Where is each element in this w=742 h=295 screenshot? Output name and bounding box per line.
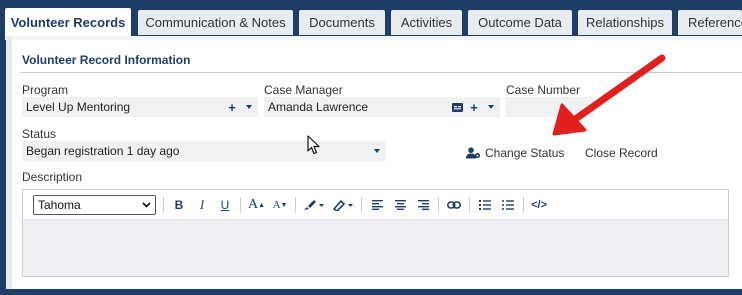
underline-button[interactable]: U [217, 195, 233, 215]
font-size-increase-label: A [248, 196, 259, 212]
toolbar-divider [163, 196, 164, 213]
case-manager-select[interactable]: Amanda Lawrence + [264, 97, 500, 117]
toolbar-divider [295, 196, 297, 213]
tab-outcome-data[interactable]: Outcome Data [468, 10, 572, 35]
case-manager-label: Case Manager [264, 83, 343, 97]
caret-up-icon: ▲ [258, 200, 266, 209]
program-value: Level Up Mentoring [26, 100, 131, 114]
source-code-button[interactable]: </> [531, 195, 547, 215]
font-size-increase-button[interactable]: A ▲ [248, 195, 265, 215]
change-status-button[interactable]: Change Status [466, 146, 564, 160]
toolbar-divider [361, 196, 363, 213]
align-left-button[interactable] [369, 195, 385, 215]
chevron-down-icon[interactable] [374, 149, 380, 153]
tab-references[interactable]: References [678, 10, 742, 35]
annotation-arrow-icon [552, 54, 666, 136]
change-status-label: Change Status [485, 146, 565, 160]
bullet-list-button[interactable] [500, 195, 516, 215]
highlighter-icon [332, 199, 354, 211]
chevron-down-icon[interactable] [246, 105, 252, 109]
brush-icon [304, 199, 325, 210]
program-select[interactable]: Level Up Mentoring + [22, 97, 258, 117]
numbered-list-icon [479, 199, 492, 210]
status-select[interactable]: Began registration 1 day ago [22, 141, 386, 161]
tab-communication-notes[interactable]: Communication & Notes [138, 10, 293, 35]
font-size-decrease-button[interactable]: A ▼ [272, 195, 288, 215]
toolbar-divider [438, 196, 440, 213]
bullet-list-icon [502, 199, 515, 210]
tab-activities[interactable]: Activities [391, 10, 462, 35]
close-record-label: Close Record [585, 146, 658, 160]
description-editor[interactable]: Tahoma B I U A ▲ A ▼ </> [22, 189, 729, 277]
close-record-button[interactable]: Close Record [585, 146, 658, 160]
add-case-manager-icon[interactable]: + [467, 100, 481, 115]
highlight-color-button[interactable] [332, 195, 354, 215]
align-right-button[interactable] [415, 195, 431, 215]
section-title: Volunteer Record Information [22, 53, 191, 67]
status-label: Status [22, 127, 57, 141]
description-label: Description [22, 170, 83, 184]
mouse-cursor-icon [307, 135, 320, 155]
align-left-icon [371, 199, 383, 210]
link-icon [447, 200, 462, 209]
font-size-decrease-label: A [272, 198, 281, 211]
align-right-icon [417, 199, 429, 210]
toolbar-divider [523, 196, 525, 213]
tab-relationships[interactable]: Relationships [578, 10, 672, 35]
tab-bar: Volunteer Records Communication & Notes … [0, 0, 742, 40]
toolbar-divider [240, 196, 241, 213]
tab-documents[interactable]: Documents [299, 10, 385, 35]
italic-button[interactable]: I [194, 195, 210, 215]
bold-button[interactable]: B [171, 195, 187, 215]
add-program-icon[interactable]: + [225, 100, 239, 115]
insert-link-button[interactable] [446, 195, 462, 215]
numbered-list-button[interactable] [477, 195, 493, 215]
case-manager-value: Amanda Lawrence [268, 100, 369, 114]
user-settings-icon [466, 147, 481, 159]
align-center-button[interactable] [392, 195, 408, 215]
program-label: Program [22, 83, 69, 97]
font-family-value: Tahoma [38, 197, 81, 212]
editor-toolbar: Tahoma B I U A ▲ A ▼ </> [23, 190, 728, 220]
contact-card-icon[interactable] [450, 100, 464, 114]
text-color-button[interactable] [303, 195, 325, 215]
toolbar-divider [469, 196, 471, 213]
font-family-select[interactable]: Tahoma [33, 194, 156, 215]
chevron-down-icon[interactable] [488, 105, 494, 109]
description-text-area[interactable] [23, 221, 728, 276]
chevron-down-icon [142, 201, 151, 208]
align-center-icon [394, 199, 406, 210]
caret-down-icon: ▼ [280, 200, 288, 209]
